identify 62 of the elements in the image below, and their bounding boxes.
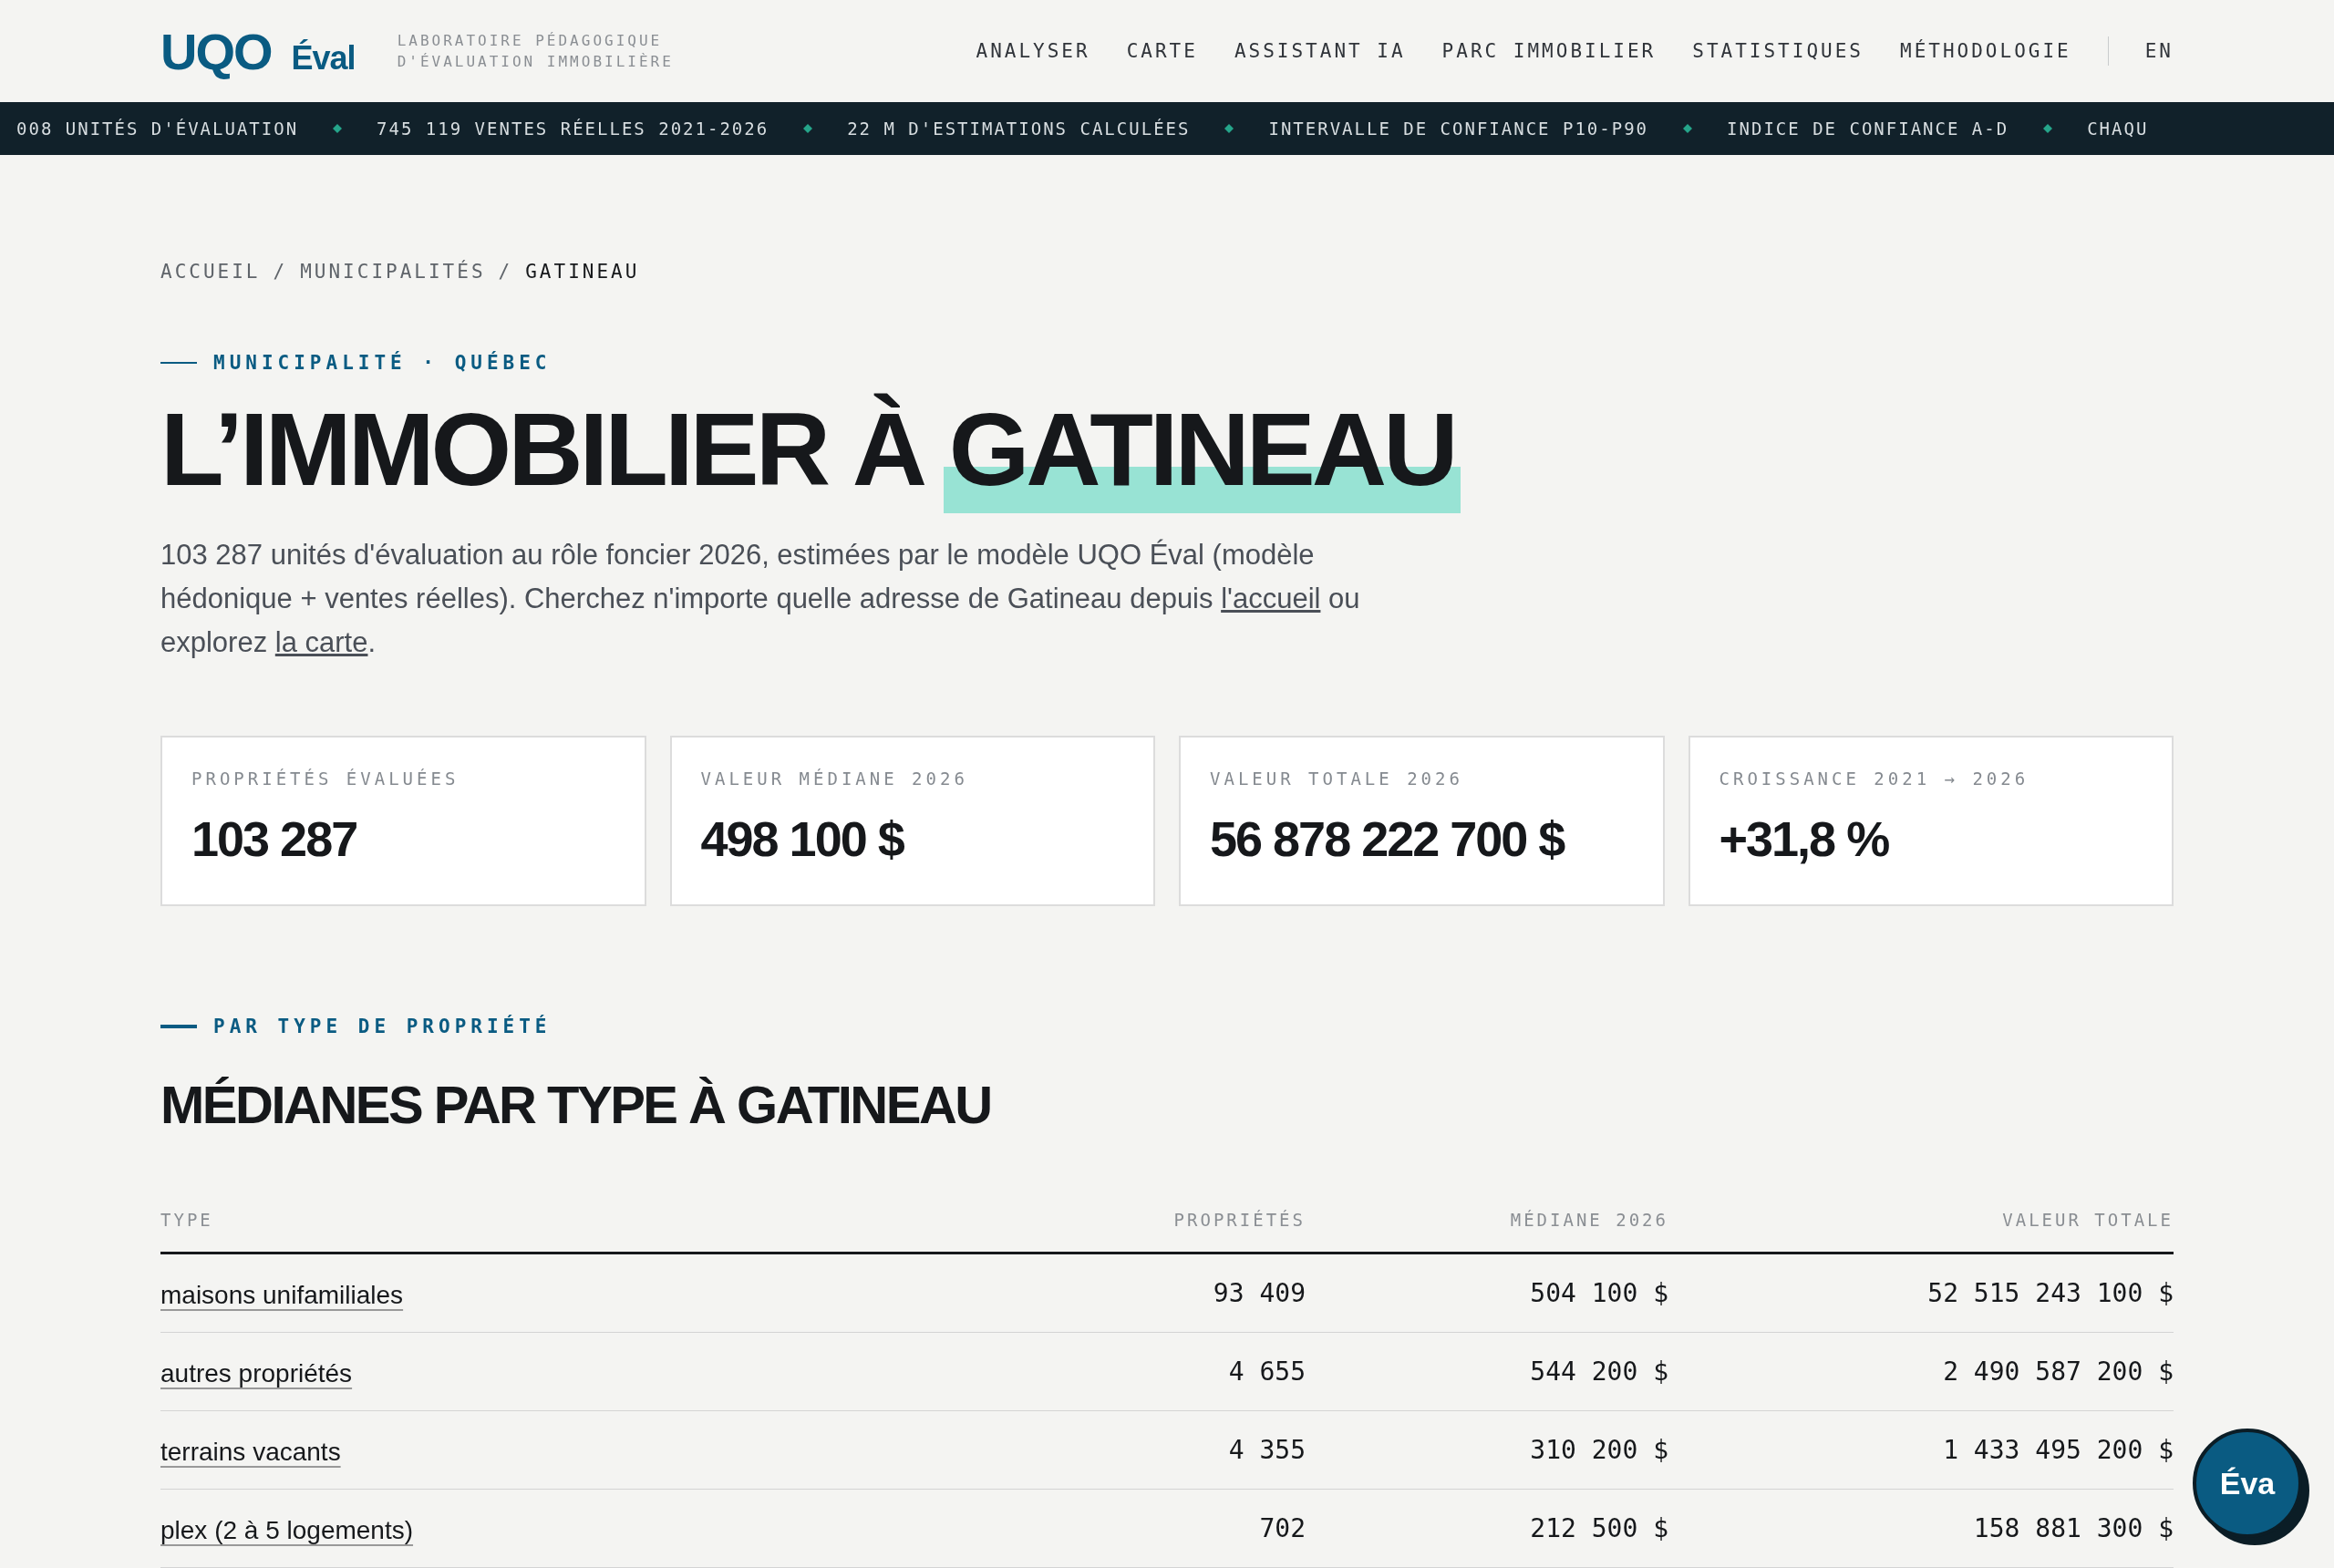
breadcrumb-link[interactable]: MUNICIPALITÉS [300,261,486,283]
nav-link[interactable]: MÉTHODOLOGIE [1900,40,2071,62]
property-type-link[interactable]: terrains vacants [160,1437,341,1467]
diamond-icon [333,124,343,133]
table-cell-text: 2 490 587 200 $ [1942,1357,2174,1387]
column-header: MÉDIANE 2026 [1509,1210,1668,1231]
table-cell-text: 702 [1258,1513,1306,1544]
tagline: LABORATOIRE PÉDAGOGIQUE [397,32,664,49]
breadcrumb-separator: / [273,261,288,283]
table-cell-text: 504 100 $ [1529,1278,1668,1309]
text-link[interactable]: l'accueil [1221,583,1321,615]
table-cell-text: 4 355 [1227,1435,1306,1466]
ticker-item: INDICE DE CONFIANCE A-D [1727,119,2009,139]
language-link[interactable]: EN [2144,40,2174,62]
property-type-link[interactable]: maisons unifamiliales [160,1280,404,1310]
breadcrumb-separator: / [498,261,513,283]
page-title: L’IMMOBILIER À GATINEAU [160,392,2174,514]
table-cell-text: 4 655 [1227,1357,1306,1387]
nav-link[interactable]: ASSISTANT IA [1234,40,1406,62]
stat-label: VALEUR TOTALE 2026 [1210,769,1464,789]
stat-label: CROISSANCE 2021 → 2026 [1719,769,2030,789]
column-header: TYPE [160,1210,214,1231]
nav-link[interactable]: ANALYSER [976,40,1090,62]
stat-value: 103 287 [191,810,358,868]
stat-value: +31,8 % [1719,810,1890,868]
ticker-item: 745 119 VENTES RÉELLES 2021-2026 [377,119,769,139]
stat-value: 498 100 $ [700,810,905,868]
logo-name[interactable]: Éval [291,38,356,77]
diamond-icon [1683,124,1693,133]
text-link[interactable]: la carte [274,626,368,659]
logo-mark[interactable]: UQO [160,21,272,81]
nav-link[interactable]: PARC IMMOBILIER [1441,40,1657,62]
diamond-icon [2043,124,2053,133]
ticker-item: CHAQU [2087,119,2149,139]
breadcrumb-link[interactable]: GATINEAU [525,261,640,283]
table-cell-text: 93 409 [1212,1278,1306,1309]
ticker-item: 008 UNITÉS D'ÉVALUATION [16,119,299,139]
diamond-icon [1224,124,1234,133]
table-cell-text: 544 200 $ [1529,1357,1668,1387]
stat-label: PROPRIÉTÉS ÉVALUÉES [191,769,460,789]
breadcrumb-link[interactable]: ACCUEIL [160,261,261,283]
table-cell-text: 52 515 243 100 $ [1926,1278,2174,1309]
section-title: MÉDIANES PAR TYPE À GATINEAU [160,1074,992,1136]
stat-value: 56 878 222 700 $ [1210,810,1565,868]
table-cell-text: 158 881 300 $ [1972,1513,2174,1544]
tagline: D'ÉVALUATION IMMOBILIÈRE [397,53,674,70]
stat-label: VALEUR MÉDIANE 2026 [700,769,969,789]
table-cell-text: 310 200 $ [1529,1435,1668,1466]
table-cell-text: 212 500 $ [1529,1513,1668,1544]
column-header: PROPRIÉTÉS [1172,1210,1306,1231]
eyebrow-label: PAR TYPE DE PROPRIÉTÉ [213,1016,552,1038]
table-cell-text: 1 433 495 200 $ [1942,1435,2174,1466]
nav-link[interactable]: CARTE [1126,40,1198,62]
intro-paragraph: 103 287 unités d'évaluation au rôle foncier 2026, estimées par le modèle UQO Éval (modèle hédonique + ventes réelles). Cherchez n'importe quelle adresse de Gatineau depuis l'accueil ou explorez la carte. [160,538,1361,661]
eyebrow-label: MUNICIPALITÉ · QUÉBEC [213,352,552,374]
ticker-item: 22 M D'ESTIMATIONS CALCULÉES [847,119,1191,139]
diamond-icon [803,124,813,133]
nav-link[interactable]: STATISTIQUES [1692,40,1864,62]
column-header: VALEUR TOTALE [2001,1210,2174,1231]
ticker-item: INTERVALLE DE CONFIANCE P10-P90 [1268,119,1649,139]
property-type-link[interactable]: plex (2 à 5 logements) [160,1515,414,1545]
property-type-link[interactable]: autres propriétés [160,1358,353,1388]
